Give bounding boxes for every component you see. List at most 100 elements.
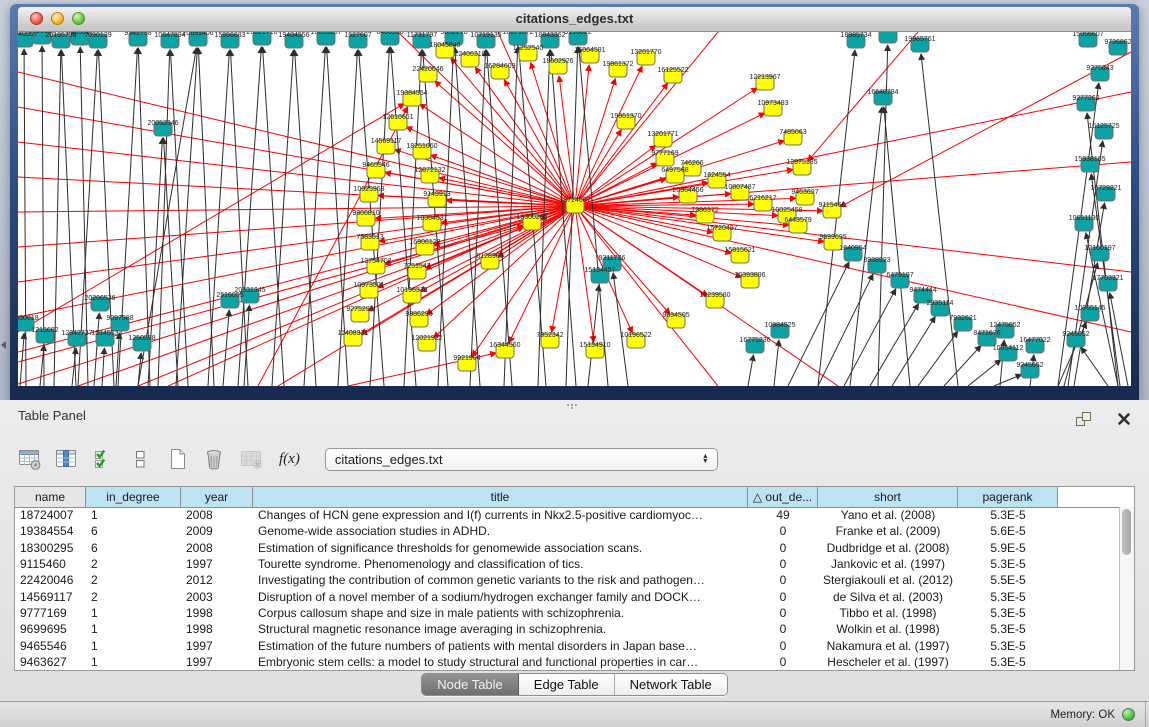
graph-edge[interactable] bbox=[808, 32, 918, 161]
delete-icon[interactable] bbox=[201, 446, 227, 472]
float-panel-icon[interactable] bbox=[1071, 406, 1097, 432]
graph-edge[interactable] bbox=[588, 285, 599, 386]
graph-edge[interactable] bbox=[818, 274, 873, 386]
graph-edge[interactable] bbox=[102, 348, 104, 386]
cell-year: 2009 bbox=[181, 524, 253, 538]
table-row[interactable]: 911546021997Tourette syndrome. Phenomeno… bbox=[15, 556, 1119, 572]
graph-node-label: 12975185 bbox=[786, 159, 817, 166]
graph-edge[interactable] bbox=[238, 47, 261, 386]
window-titlebar[interactable]: citations_edges.txt bbox=[18, 7, 1131, 32]
scrollbar-thumb[interactable] bbox=[1122, 509, 1131, 555]
table-row[interactable]: 946362711997Embryonic stem cells: a mode… bbox=[15, 654, 1119, 670]
graph-edge[interactable] bbox=[575, 206, 1131, 332]
table-row[interactable]: 1872400712008Changes of HCN gene express… bbox=[15, 507, 1119, 523]
table-row[interactable]: 977716911998Corpus callosum shape and si… bbox=[15, 605, 1119, 621]
cell-year: 1998 bbox=[181, 622, 253, 636]
graph-node-label: 10719135 bbox=[470, 32, 501, 39]
graph-edge[interactable] bbox=[892, 317, 935, 386]
graph-edge[interactable] bbox=[295, 50, 316, 386]
table-row[interactable]: 969969511998Structural magnetic resonanc… bbox=[15, 621, 1119, 637]
graph-edge[interactable] bbox=[272, 50, 293, 386]
graph-node-label: 1250558 bbox=[128, 335, 155, 342]
column-header-out_de[interactable]: △ out_de... bbox=[748, 487, 818, 507]
graph-node-label: 7251543 bbox=[403, 263, 430, 270]
table-row[interactable]: 1938455462009Genome-wide association stu… bbox=[15, 523, 1119, 539]
window-close-button[interactable] bbox=[30, 12, 43, 25]
table-row[interactable]: 1830029562008Estimation of significance … bbox=[15, 540, 1119, 556]
graph-edge[interactable] bbox=[18, 104, 404, 332]
show-columns-icon[interactable] bbox=[53, 446, 79, 472]
graph-edge[interactable] bbox=[968, 360, 1001, 386]
new-file-icon[interactable] bbox=[164, 446, 190, 472]
graph-edge[interactable] bbox=[54, 50, 61, 386]
graph-edge[interactable] bbox=[94, 313, 99, 386]
function-builder-icon[interactable]: f(x) bbox=[279, 451, 300, 468]
cell-short: de Silva et al. (2003) bbox=[818, 590, 958, 604]
graph-edge[interactable] bbox=[844, 289, 896, 386]
graph-node-label: 11252540 bbox=[513, 45, 544, 52]
table-scrollbar[interactable] bbox=[1119, 507, 1134, 670]
close-panel-icon[interactable] bbox=[1111, 406, 1137, 432]
graph-node-label: 19384554 bbox=[396, 90, 427, 97]
column-header-pagerank[interactable]: pagerank bbox=[958, 487, 1058, 507]
graph-node-label: 16125522 bbox=[657, 67, 688, 74]
graph-node-label: 19404556 bbox=[278, 32, 309, 39]
graph-edge[interactable] bbox=[870, 304, 918, 386]
cell-year: 1997 bbox=[181, 655, 253, 669]
cell-out_de: 0 bbox=[748, 557, 818, 571]
cell-pagerank: 5.3E-5 bbox=[958, 622, 1058, 636]
column-header-short[interactable]: short bbox=[818, 487, 958, 507]
graph-edge[interactable] bbox=[455, 47, 480, 386]
import-table-icon[interactable] bbox=[16, 446, 42, 472]
graph-edge[interactable] bbox=[994, 374, 1022, 386]
graph-edge[interactable] bbox=[884, 107, 910, 386]
graph-edge[interactable] bbox=[575, 92, 1131, 206]
graph-node-label: 16284609 bbox=[484, 63, 515, 70]
window-minimize-button[interactable] bbox=[51, 12, 64, 25]
graph-node-label: 9115460 bbox=[819, 202, 846, 209]
table-row[interactable]: 1456911722003Disruption of a novel membe… bbox=[15, 588, 1119, 604]
network-canvas[interactable]: 1872400718045840224200461938455412610651… bbox=[18, 32, 1131, 386]
cell-in_degree: 1 bbox=[86, 508, 181, 522]
network-view-window[interactable]: citations_edges.txt 18724007180458402242… bbox=[10, 4, 1139, 400]
graph-edge[interactable] bbox=[1081, 347, 1108, 386]
graph-edge[interactable] bbox=[575, 206, 718, 386]
cell-year: 2003 bbox=[181, 590, 253, 604]
graph-node-label: 16477022 bbox=[1019, 337, 1050, 344]
window-zoom-button[interactable] bbox=[72, 12, 85, 25]
splitter-grip[interactable] bbox=[567, 404, 569, 406]
cell-name: 18300295 bbox=[15, 541, 86, 555]
graph-edge[interactable] bbox=[263, 47, 284, 386]
graph-edge[interactable] bbox=[18, 206, 575, 282]
table-row[interactable]: 946554611997Estimation of the future num… bbox=[15, 637, 1119, 653]
graph-edge[interactable] bbox=[774, 340, 779, 386]
graph-edge[interactable] bbox=[788, 262, 849, 386]
tab-network-table[interactable]: Network Table bbox=[615, 674, 727, 695]
graph-edge[interactable] bbox=[18, 225, 523, 362]
tab-edge-table[interactable]: Edge Table bbox=[519, 674, 615, 695]
graph-edge[interactable] bbox=[223, 310, 229, 386]
graph-edge[interactable] bbox=[748, 355, 753, 386]
graph-edge[interactable] bbox=[921, 54, 958, 386]
tab-node-table[interactable]: Node Table bbox=[422, 674, 519, 695]
graph-edge[interactable] bbox=[20, 333, 24, 386]
column-header-name[interactable]: name bbox=[15, 487, 86, 507]
graph-edge[interactable] bbox=[18, 72, 575, 206]
table-selector[interactable]: citations_edges.txt ▲▼ bbox=[325, 448, 718, 471]
graph-edge[interactable] bbox=[304, 47, 325, 386]
table-tabbar: Node TableEdge TableNetwork Table bbox=[0, 673, 1149, 696]
graph-node-label: 6443579 bbox=[784, 217, 811, 224]
graph-edge[interactable] bbox=[613, 273, 628, 386]
select-rows-icon[interactable] bbox=[90, 446, 116, 472]
graph-node-label: 16648784 bbox=[867, 89, 898, 96]
cell-short: Hescheler et al. (1997) bbox=[818, 655, 958, 669]
row-options-icon[interactable] bbox=[127, 446, 153, 472]
column-header-title[interactable]: title bbox=[253, 487, 748, 507]
column-header-in_degree[interactable]: in_degree bbox=[86, 487, 181, 507]
column-header-year[interactable]: year bbox=[181, 487, 253, 507]
graph-edge[interactable] bbox=[230, 50, 248, 386]
collapse-panel-arrow[interactable] bbox=[1, 341, 6, 349]
table-row[interactable]: 2242004622012Investigating the contribut… bbox=[15, 572, 1119, 588]
graph-node-label: 11731797 bbox=[407, 32, 438, 39]
cell-name: 9463627 bbox=[15, 655, 86, 669]
